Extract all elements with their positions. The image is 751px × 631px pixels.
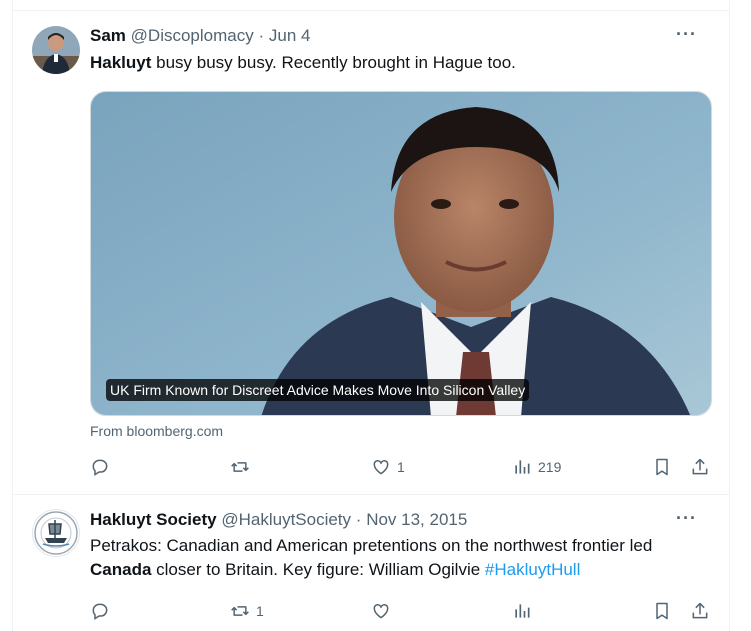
tweet-text-rest: closer to Britain. Key figure: William O… xyxy=(151,560,485,579)
tweet-text: Petrakos: Canadian and American pretenti… xyxy=(90,534,713,582)
display-name[interactable]: Sam xyxy=(90,26,126,45)
repost-icon xyxy=(231,606,249,616)
tweet-actions: 1 219 xyxy=(90,456,713,478)
bookmark-icon xyxy=(656,602,668,620)
tweet-header: Hakluyt Society @HakluytSociety · Nov 13… xyxy=(90,508,713,532)
heart-icon xyxy=(373,603,389,619)
views-button[interactable]: 219 xyxy=(512,456,561,478)
share-button[interactable] xyxy=(690,456,710,478)
reply-icon xyxy=(92,603,108,620)
card-source[interactable]: From bloomberg.com xyxy=(90,423,223,439)
avatar[interactable] xyxy=(32,26,80,74)
separator: · xyxy=(258,26,265,45)
timeline-feed: Sam @Discoplomacy · Jun 4 ··· Hakluyt bu… xyxy=(12,0,730,631)
more-options-icon[interactable]: ··· xyxy=(676,508,697,529)
avatar[interactable] xyxy=(32,509,80,557)
views-icon xyxy=(515,604,530,618)
tweet-text-bold: Hakluyt xyxy=(90,53,152,72)
user-handle[interactable]: @Discoplomacy xyxy=(131,26,254,45)
share-icon xyxy=(692,602,708,619)
like-button[interactable]: 1 xyxy=(371,456,405,478)
heart-icon xyxy=(373,459,389,475)
tweet-text-bold: Canada xyxy=(90,560,152,579)
share-button[interactable] xyxy=(690,600,710,622)
card-caption: UK Firm Known for Discreet Advice Makes … xyxy=(106,379,530,401)
views-count: 219 xyxy=(538,459,562,475)
display-name[interactable]: Hakluyt Society xyxy=(90,510,217,529)
user-handle[interactable]: @HakluytSociety xyxy=(221,510,351,529)
bookmark-icon xyxy=(656,458,668,476)
repost-button[interactable]: 1 xyxy=(230,600,264,622)
like-count: 1 xyxy=(397,459,405,475)
tweet-actions: 1 xyxy=(90,600,713,622)
tweet-text-line1: Petrakos: Canadian and American pretenti… xyxy=(90,536,653,555)
card-image xyxy=(91,92,711,415)
more-options-icon[interactable]: ··· xyxy=(676,24,697,45)
share-icon xyxy=(692,458,708,475)
tweet-date[interactable]: Nov 13, 2015 xyxy=(366,510,467,529)
tweet-text-rest: busy busy busy. Recently brought in Hagu… xyxy=(151,53,516,72)
bookmark-button[interactable] xyxy=(652,600,672,622)
views-button[interactable] xyxy=(512,600,538,622)
reply-button[interactable] xyxy=(90,456,116,478)
repost-count: 1 xyxy=(256,603,264,619)
hashtag-link[interactable]: #HakluytHull xyxy=(485,560,580,579)
bookmark-button[interactable] xyxy=(652,456,672,478)
like-button[interactable] xyxy=(371,600,397,622)
tweet-header: Sam @Discoplomacy · Jun 4 ··· xyxy=(90,24,713,48)
views-icon xyxy=(515,460,530,474)
reply-icon xyxy=(92,459,108,476)
repost-button[interactable] xyxy=(230,456,256,478)
tweet-text: Hakluyt busy busy busy. Recently brought… xyxy=(90,51,713,75)
tweet-date[interactable]: Jun 4 xyxy=(269,26,311,45)
repost-icon xyxy=(231,462,249,472)
tweet[interactable]: Hakluyt Society @HakluytSociety · Nov 13… xyxy=(13,495,729,631)
tweet[interactable]: Sam @Discoplomacy · Jun 4 ··· Hakluyt bu… xyxy=(13,11,729,495)
separator: · xyxy=(355,510,362,529)
reply-button[interactable] xyxy=(90,600,116,622)
link-card[interactable]: UK Firm Known for Discreet Advice Makes … xyxy=(90,91,712,416)
